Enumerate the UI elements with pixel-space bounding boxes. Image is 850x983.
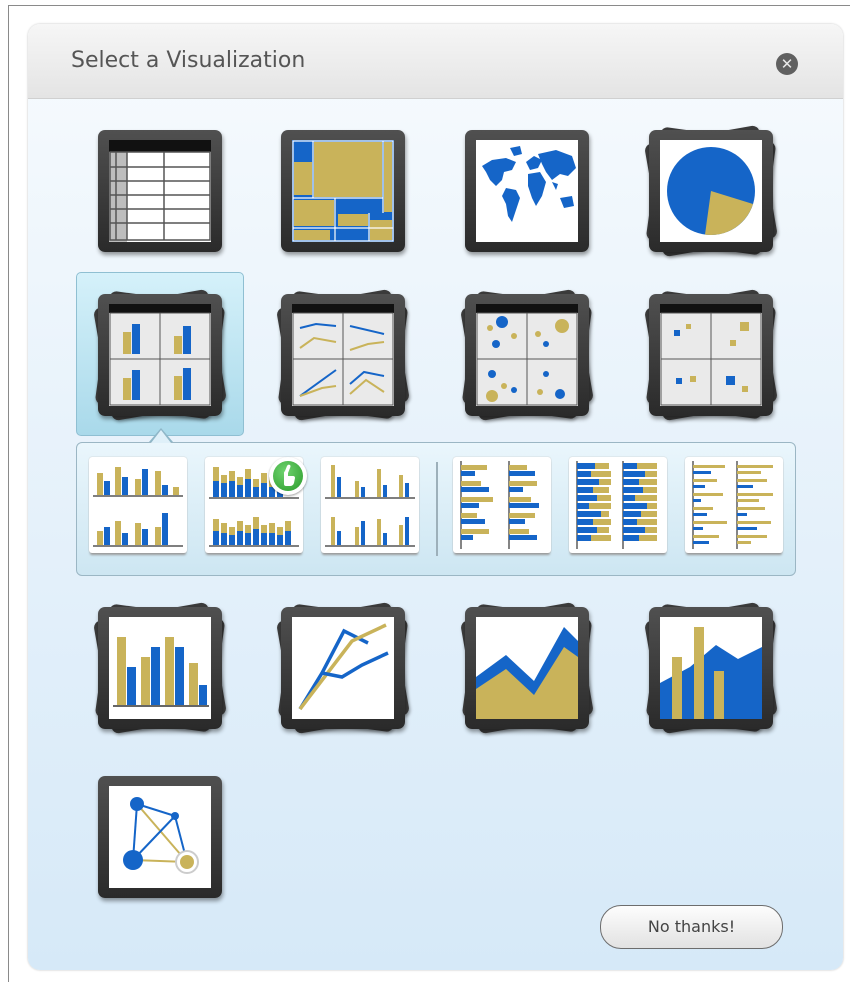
dialog-titlebar: Select a Visualization ✕ xyxy=(28,24,843,99)
column-clustered-icon xyxy=(93,467,183,547)
treemap-icon xyxy=(292,140,394,242)
subtype-column-clustered[interactable] xyxy=(89,457,187,553)
viz-network[interactable] xyxy=(98,776,222,898)
dialog-title: Select a Visualization xyxy=(71,48,306,73)
viz-small-multiples-bar[interactable] xyxy=(92,288,228,422)
subtype-bar-separate[interactable] xyxy=(685,457,783,553)
column-separate-icon xyxy=(325,465,415,547)
tray-divider xyxy=(436,462,438,556)
viz-small-multiples-scatter[interactable] xyxy=(643,288,779,422)
viz-small-multiples-line[interactable] xyxy=(275,288,411,422)
bar-clustered-icon xyxy=(460,461,539,549)
viz-line[interactable] xyxy=(275,601,411,735)
small-multiples-line-icon xyxy=(292,304,394,406)
table-grid-icon xyxy=(109,140,211,242)
viz-bar[interactable] xyxy=(92,601,228,735)
subtype-column-separate[interactable] xyxy=(321,457,419,553)
viz-map[interactable] xyxy=(465,130,589,252)
small-multiples-bar-icon xyxy=(109,304,211,406)
pie-chart-icon xyxy=(660,140,762,242)
hover-badge xyxy=(269,457,307,495)
small-multiples-bubble-icon xyxy=(476,304,578,406)
area-chart-icon xyxy=(476,617,578,719)
subtype-bar-stacked[interactable] xyxy=(569,457,667,553)
bar-chart-icon xyxy=(109,617,211,719)
line-chart-icon xyxy=(292,617,394,719)
subtype-bar-clustered[interactable] xyxy=(453,457,551,553)
viz-combo[interactable] xyxy=(643,601,779,735)
visualization-dialog: Select a Visualization ✕ No thanks! xyxy=(28,24,843,970)
combo-chart-icon xyxy=(660,617,762,719)
hand-pointer-icon xyxy=(273,461,303,491)
viz-small-multiples-bubble[interactable] xyxy=(459,288,595,422)
bar-stacked-icon xyxy=(576,461,657,549)
viz-treemap[interactable] xyxy=(281,130,405,252)
viz-pie[interactable] xyxy=(643,124,779,258)
viz-area[interactable] xyxy=(459,601,595,735)
small-multiples-scatter-icon xyxy=(660,304,762,406)
no-thanks-button[interactable]: No thanks! xyxy=(600,905,783,949)
world-map-icon xyxy=(476,140,578,242)
bar-separate-icon xyxy=(692,461,773,549)
close-icon[interactable]: ✕ xyxy=(776,53,798,75)
network-graph-icon xyxy=(109,786,211,888)
viz-grid[interactable] xyxy=(98,130,222,252)
